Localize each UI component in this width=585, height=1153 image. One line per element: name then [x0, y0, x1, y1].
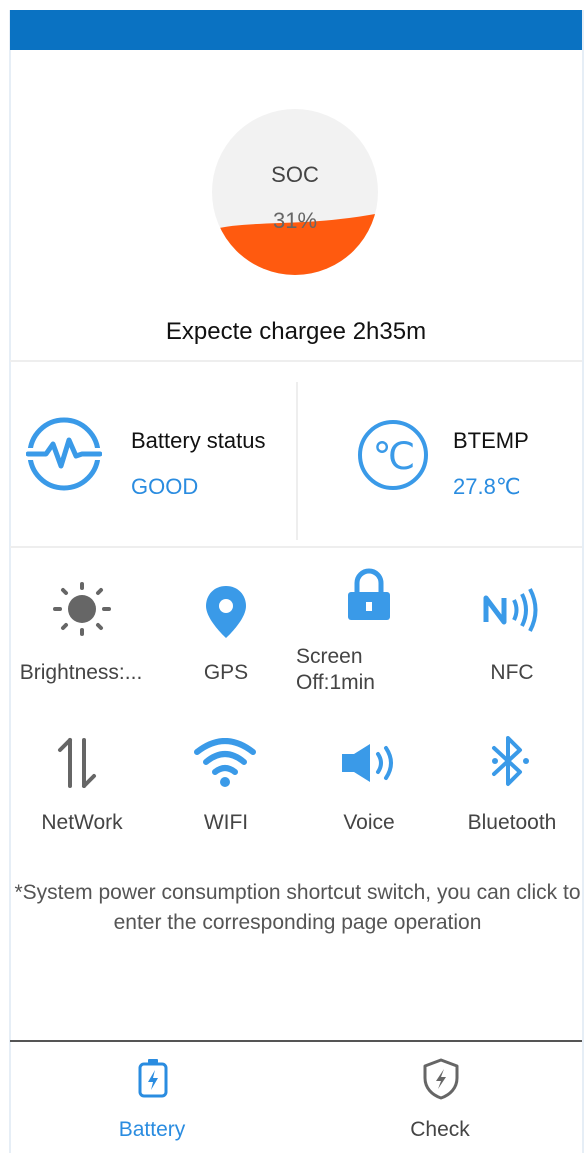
- bluetooth-icon: [492, 736, 529, 786]
- soc-gauge: SOC 31%: [212, 108, 378, 276]
- battery-status-title: Battery status: [131, 428, 266, 453]
- svg-text:℃: ℃: [373, 436, 416, 478]
- bottom-nav-divider: [10, 1040, 582, 1042]
- header-bar: [10, 10, 582, 50]
- status-divider: [296, 382, 298, 540]
- shield-lightning-icon: [423, 1058, 459, 1100]
- brightness-icon: [53, 582, 111, 636]
- brightness-label: Brightness:...: [19, 661, 143, 684]
- temp-value: 27.8℃: [453, 474, 521, 499]
- voice-label: Voice: [343, 811, 395, 834]
- expected-charge-time: Expecte chargee 2h35m: [165, 318, 427, 345]
- soc-label: SOC: [271, 162, 319, 187]
- frame-right-border: [582, 10, 584, 1153]
- battery-status-value: GOOD: [131, 474, 199, 499]
- gps-label: GPS: [203, 661, 249, 684]
- speaker-icon: [342, 744, 393, 782]
- divider-top: [10, 360, 582, 362]
- nfc-icon: [483, 588, 538, 632]
- lock-icon: [348, 568, 390, 620]
- power-shortcut-note: *System power consumption shortcut switc…: [14, 881, 581, 934]
- nav-battery-label: Battery: [118, 1118, 186, 1141]
- wifi-label: WIFI: [203, 811, 249, 834]
- divider-middle: [10, 546, 582, 548]
- location-pin-icon: [206, 586, 246, 638]
- network-label: NetWork: [41, 811, 123, 834]
- celsius-icon: ℃: [358, 420, 428, 490]
- frame-left-border: [9, 10, 11, 1153]
- nav-check-label: Check: [410, 1118, 470, 1141]
- network-arrows-icon: [58, 738, 96, 788]
- nav-tab-battery[interactable]: Battery: [82, 1052, 222, 1142]
- soc-gauge-circle: [212, 109, 378, 275]
- soc-value: 31%: [272, 208, 318, 233]
- screen-off-label: Screen Off:1min: [296, 645, 375, 694]
- nav-tab-check[interactable]: Check: [370, 1052, 510, 1142]
- heartbeat-icon: [26, 417, 102, 491]
- temp-title: BTEMP: [453, 428, 529, 453]
- nfc-label: NFC: [490, 661, 534, 684]
- wifi-icon: [194, 738, 256, 787]
- bluetooth-label: Bluetooth: [467, 811, 557, 834]
- battery-charging-icon: [138, 1059, 168, 1098]
- status-bar-area: [0, 0, 585, 10]
